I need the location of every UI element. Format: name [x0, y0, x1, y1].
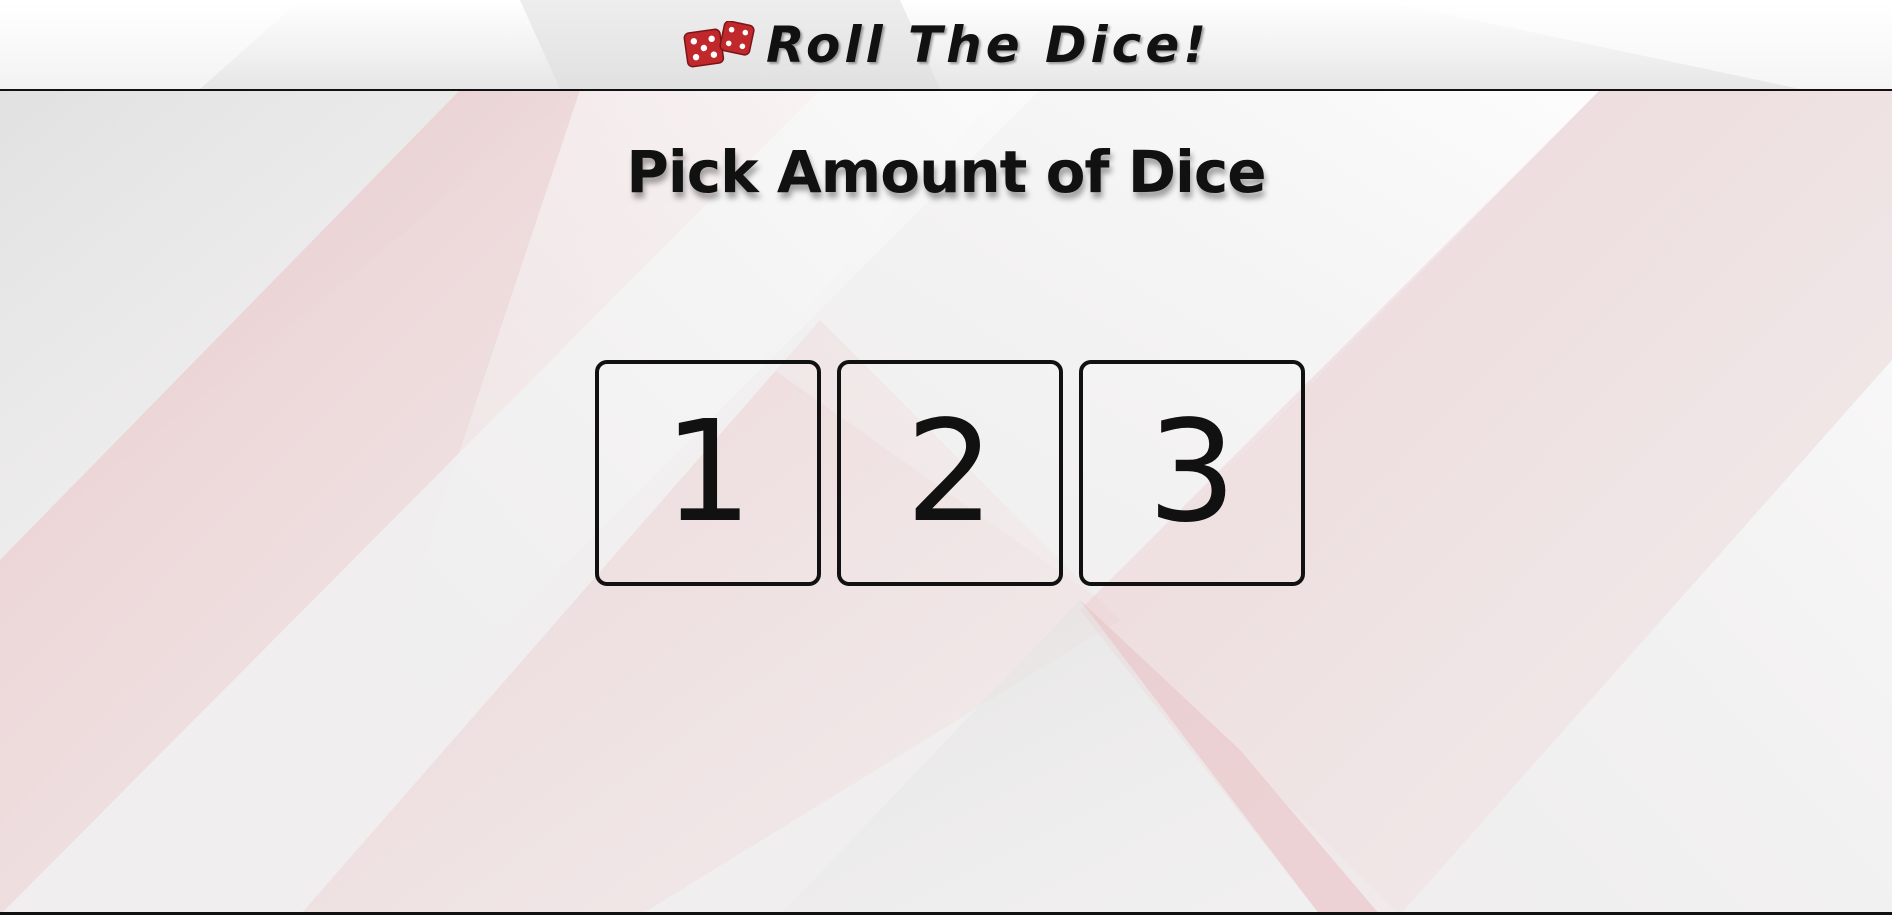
dice-amount-1-label: 1 — [663, 391, 753, 554]
dice-amount-2-label: 2 — [905, 391, 995, 554]
site-header: Roll The Dice! — [0, 0, 1892, 91]
dice-amount-1-button[interactable]: 1 — [595, 360, 821, 586]
site-title: Roll The Dice! — [765, 15, 1211, 74]
page-title: Pick Amount of Dice — [626, 138, 1266, 206]
dice-amount-2-button[interactable]: 2 — [837, 360, 1063, 586]
dice-pair-icon — [683, 20, 755, 67]
dice-amount-options: 1 2 3 — [595, 360, 1305, 586]
dice-amount-3-label: 3 — [1147, 391, 1237, 554]
dice-amount-3-button[interactable]: 3 — [1079, 360, 1305, 586]
brand[interactable]: Roll The Dice! — [0, 0, 1892, 89]
